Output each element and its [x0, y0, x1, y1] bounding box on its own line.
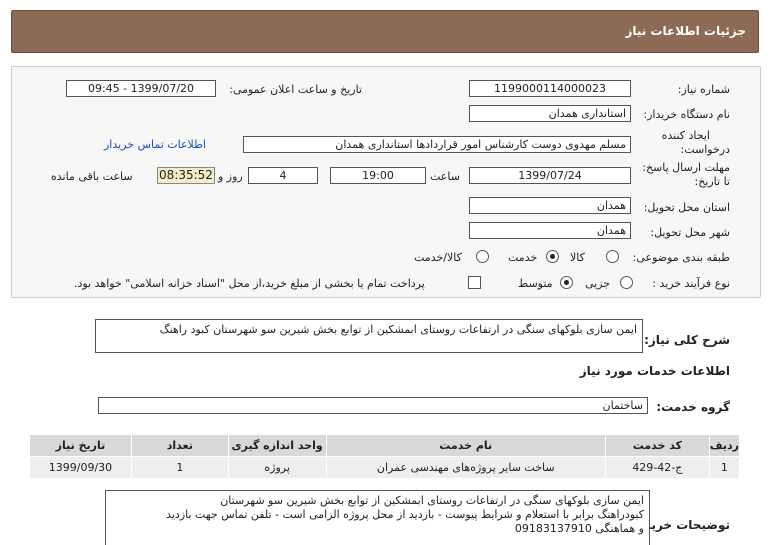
announce-date-label: تاریخ و ساعت اعلان عمومی:: [229, 83, 362, 96]
category-label: طبقه بندی موضوعی:: [632, 251, 730, 264]
services-section-title: اطلاعات خدمات مورد نیاز: [579, 364, 730, 378]
process-label: نوع فرآیند خرید :: [652, 277, 730, 290]
process-radio-medium[interactable]: [560, 276, 573, 289]
treasury-payment-checkbox[interactable]: [468, 276, 481, 289]
buyer-notes-box: ایمن سازی بلوکهای سنگی در ارتفاعات روستا…: [105, 490, 650, 545]
services-table: ردیف کد خدمت نام خدمت واحد اندازه گیری ت…: [29, 434, 741, 479]
process-option-medium: متوسط: [518, 277, 553, 290]
service-group-label: گروه خدمت:: [656, 400, 730, 414]
category-radio-goods[interactable]: [606, 250, 619, 263]
need-number-field: 1199000114000023: [469, 80, 631, 97]
deadline-label-line1: مهلت ارسال پاسخ:: [642, 161, 730, 174]
cell-row-number: 1: [708, 456, 741, 479]
process-option-minor: جزیی: [585, 277, 611, 290]
col-unit: واحد اندازه گیری: [227, 434, 327, 457]
deadline-date-field: 1399/07/24: [469, 167, 631, 184]
requester-label-line1: ایجاد کننده: [661, 129, 710, 142]
cell-unit: پروژه: [227, 456, 327, 479]
deadline-label-line2: تا تاریخ:: [694, 175, 730, 188]
province-field: همدان: [469, 197, 631, 214]
col-need-date: تاریخ نیاز: [29, 434, 132, 457]
requester-field: مسلم مهدوی دوست کارشناس امور قراردادها ا…: [243, 136, 631, 153]
treasury-payment-note: پرداخت تمام یا بخشی از مبلغ خرید،از محل …: [74, 277, 425, 290]
buyer-notes-line1: ایمن سازی بلوکهای سنگی در ارتفاعات روستا…: [220, 494, 644, 507]
service-group-field: ساختمان: [98, 397, 648, 414]
remaining-time-counter: 08:35:52: [157, 167, 215, 184]
need-number-label: شماره نیاز:: [677, 83, 730, 96]
city-field: همدان: [469, 222, 631, 239]
cell-service-code: ج-42-429: [604, 456, 710, 479]
col-quantity: تعداد: [130, 434, 229, 457]
announce-date-field: 1399/07/20 - 09:45: [66, 80, 216, 97]
category-radio-service[interactable]: [546, 250, 559, 263]
buyer-org-label: نام دستگاه خریدار:: [643, 108, 730, 121]
cell-quantity: 1: [130, 456, 229, 479]
buyer-org-field: استانداری همدان: [469, 105, 631, 122]
buyer-notes-line3: و هماهنگی 09183137910: [514, 522, 644, 535]
category-option-service: خدمت: [508, 251, 538, 264]
requester-label-line2: درخواست:: [680, 143, 730, 156]
summary-text-box: ایمن سازی بلوکهای سنگی در ارتفاعات روستا…: [95, 319, 643, 353]
process-radio-minor[interactable]: [620, 276, 633, 289]
page-header: جزئیات اطلاعات نیاز: [11, 10, 759, 53]
remaining-days-label: روز و: [218, 170, 243, 183]
remaining-time-label: ساعت باقی مانده: [51, 170, 133, 183]
province-label: استان محل تحویل:: [643, 201, 730, 214]
cell-need-date: 1399/09/30: [29, 456, 132, 479]
deadline-time-field: 19:00: [330, 167, 426, 184]
buyer-notes-line2: کبودراهنگ برابر با استعلام و شرایط پیوست…: [166, 508, 644, 521]
col-row-number: ردیف: [708, 434, 741, 457]
table-header-row: ردیف کد خدمت نام خدمت واحد اندازه گیری ت…: [29, 434, 741, 457]
col-service-name: نام خدمت: [325, 434, 606, 457]
table-row: 1 ج-42-429 ساخت سایر پروژه‌های مهندسی عم…: [29, 456, 741, 479]
buyer-contact-link[interactable]: اطلاعات تماس خریدار: [104, 138, 206, 151]
page-title: جزئیات اطلاعات نیاز: [625, 24, 746, 38]
category-option-goods: کالا: [570, 251, 585, 264]
city-label: شهر محل تحویل:: [650, 226, 730, 239]
category-radio-goods-service[interactable]: [476, 250, 489, 263]
summary-text: ایمن سازی بلوکهای سنگی در ارتفاعات روستا…: [159, 323, 637, 336]
remaining-days-field: 4: [248, 167, 318, 184]
cell-service-name: ساخت سایر پروژه‌های مهندسی عمران: [325, 456, 606, 479]
category-option-goods-service: کالا/خدمت: [414, 251, 462, 264]
deadline-time-label: ساعت: [430, 170, 460, 183]
col-service-code: کد خدمت: [604, 434, 710, 457]
summary-label: شرح کلی نیاز:: [644, 333, 730, 347]
